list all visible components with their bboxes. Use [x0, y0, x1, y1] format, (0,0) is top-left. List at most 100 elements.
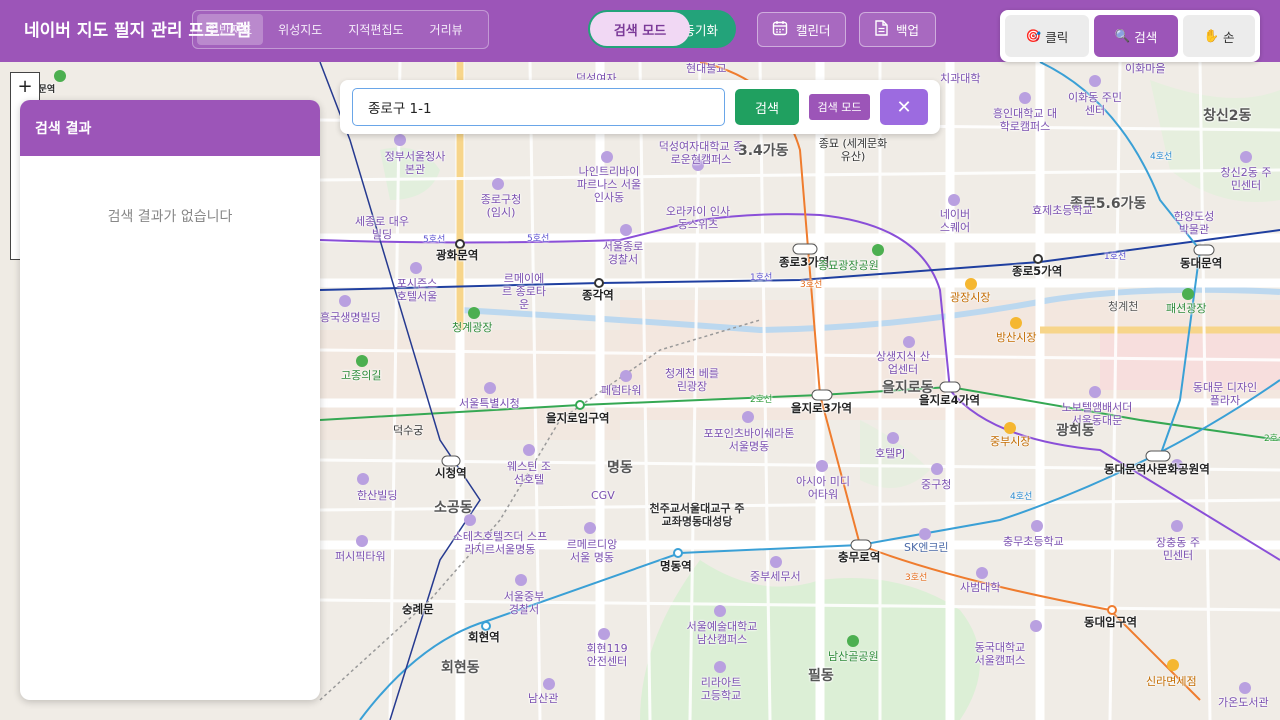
mode-toggle[interactable]: 동기화 검색 모드 [588, 10, 736, 48]
map-label: 르메이에르 종로타운 [502, 272, 546, 312]
map-label: 나인트리바이 파르나스 서울 인사동 [576, 165, 642, 205]
line-label: 3호선 [905, 573, 928, 583]
click-tool-label: 클릭 [1045, 29, 1069, 45]
map-label: 페럼타워 [601, 384, 642, 397]
map-label: 명동역 [660, 559, 692, 573]
map-label: 광장시장 [950, 291, 991, 304]
map-label: 치과대학 [940, 72, 981, 85]
tab-satellite-map[interactable]: 위성지도 [267, 14, 333, 45]
map-label: CGV [591, 489, 615, 502]
mode-toggle-active-label: 검색 모드 [590, 12, 690, 46]
map-label: 세종로 대우빌딩 [354, 215, 410, 242]
document-icon [874, 20, 888, 39]
map-label: 회현동 [441, 660, 480, 676]
calendar-label: 캘린더 [796, 23, 831, 38]
map-label: 동대문 디자인플라자 [1192, 381, 1258, 408]
map-label: 이화마을 [1125, 62, 1166, 75]
map-label: 한양도성 박물관 [1173, 210, 1215, 237]
map-label: 천주교서울대교구 주교좌명동대성당 [649, 502, 745, 529]
search-button[interactable]: 검색 [735, 89, 799, 125]
search-bar: 검색 검색 모드 ✕ [340, 80, 940, 134]
map-label: 서울중부 경찰서 [503, 590, 545, 617]
line-label: 2호선 [1264, 434, 1280, 444]
map-label: 장충동 주민센터 [1156, 536, 1200, 563]
map-label: 소공동 [434, 500, 473, 516]
tab-cadastral-map[interactable]: 지적편집도 [337, 14, 414, 45]
map-label: 광희동 [1056, 423, 1095, 439]
map-label: 충무로역 [838, 550, 881, 564]
search-results-panel: 검색 결과 검색 결과가 없습니다 [20, 100, 320, 700]
map-label: 서울특별시청 [459, 397, 520, 410]
map-label: 퍼시픽타워 [335, 550, 386, 563]
tool-group: 🎯 클릭 🔍 검색 ✋ 손 [1000, 10, 1260, 62]
map-label: 신라면세점 [1146, 675, 1197, 688]
map-label: 흥국생명빌딩 [320, 311, 381, 324]
map-label: 흥인대학교 대학로캠퍼스 [992, 107, 1058, 134]
map-label: 소테츠호텔즈더 스프라지르서울명동 [452, 530, 548, 557]
line-label: 4호선 [1010, 492, 1033, 502]
calendar-icon [772, 20, 788, 39]
map-label: 종묘 (세계문화유산) [818, 137, 888, 164]
map-label: 오라카이 인사동스위츠 [665, 205, 731, 232]
line-label: 5호선 [423, 235, 446, 245]
backup-button[interactable]: 백업 [859, 12, 936, 47]
results-empty-message: 검색 결과가 없습니다 [107, 209, 233, 225]
close-icon[interactable]: ✕ [880, 89, 928, 125]
map-label: 동대문역 [1180, 256, 1223, 270]
map-label: 3.4가동 [738, 143, 789, 159]
line-label: 4호선 [1150, 152, 1173, 162]
click-tool-button[interactable]: 🎯 클릭 [1005, 15, 1089, 57]
map-label: 서울예술대학교 남산캠퍼스 [686, 620, 758, 647]
map-label: 시청역 [435, 466, 467, 480]
map-label: 을지로4가역 [919, 393, 980, 407]
map-label: 종로구청 (임시) [480, 193, 522, 220]
map-label: 종로5가역 [1012, 264, 1063, 278]
map-label: 덕수궁 [393, 424, 424, 437]
map-label: 창신2동 주민센터 [1220, 166, 1272, 193]
map-label: 남산관 [528, 692, 559, 705]
map-label: 효제초등학교 [1032, 204, 1093, 217]
line-label: 3호선 [800, 280, 823, 290]
map-type-tabs: 일반지도 위성지도 지적편집도 거리뷰 [192, 10, 489, 49]
map-label: 광화문역 [436, 248, 479, 262]
map-label: 아시아 미디어타워 [795, 475, 851, 502]
map-label: 포시즌스 호텔서울 [396, 277, 438, 304]
zoom-in-button[interactable]: + [11, 73, 39, 99]
map-label: 사범대학 [960, 581, 1001, 594]
search-icon: 🔍 [1114, 28, 1131, 43]
map-label: 포포인츠바이쉐라톤 서울명동 [703, 427, 795, 454]
line-label: 5호선 [527, 234, 550, 244]
map-label: 덕성여자대학교 종로운현캠퍼스 [658, 140, 744, 167]
map-label: 회현역 [468, 630, 500, 644]
map-label: 리라아트 고등학교 [700, 676, 742, 703]
tab-normal-map[interactable]: 일반지도 [197, 14, 264, 45]
line-label: 1호선 [1104, 252, 1127, 262]
map-label: 방산시장 [996, 331, 1037, 344]
search-tool-label: 검색 [1134, 29, 1158, 45]
map-label: 중부세무서 [750, 570, 801, 583]
map-label: 가온도서관 [1218, 696, 1269, 709]
hand-icon: ✋ [1203, 28, 1220, 43]
map-label: SK엔크린 [904, 541, 949, 554]
map-label: 르메르디앙 서울 명동 [566, 538, 618, 565]
map-label: 현대불교 [686, 62, 727, 75]
results-title: 검색 결과 [20, 100, 320, 156]
map-label: 서울종로 경찰서 [602, 240, 644, 267]
hand-tool-button[interactable]: ✋ 손 [1183, 15, 1255, 57]
map-label: 중구청 [921, 478, 952, 491]
calendar-button[interactable]: 캘린더 [757, 12, 846, 47]
map-label: 중부시장 [990, 435, 1031, 448]
line-label: 2호선 [750, 395, 773, 405]
tab-street-view[interactable]: 거리뷰 [419, 14, 474, 45]
map-label: 창신2동 [1203, 108, 1252, 124]
backup-label: 백업 [896, 23, 920, 38]
map-label: 남산골공원 [828, 650, 879, 663]
map-label: 고종의길 [341, 369, 382, 382]
map-label: 이화동 주민센터 [1067, 91, 1123, 118]
map-label: 패션광장 [1166, 302, 1207, 315]
search-mode-badge: 검색 모드 [809, 94, 870, 120]
search-input[interactable] [352, 88, 725, 126]
map-label: 청계천 [1108, 300, 1139, 313]
map-label: 을지로입구역 [546, 411, 610, 425]
search-tool-button[interactable]: 🔍 검색 [1094, 15, 1178, 57]
